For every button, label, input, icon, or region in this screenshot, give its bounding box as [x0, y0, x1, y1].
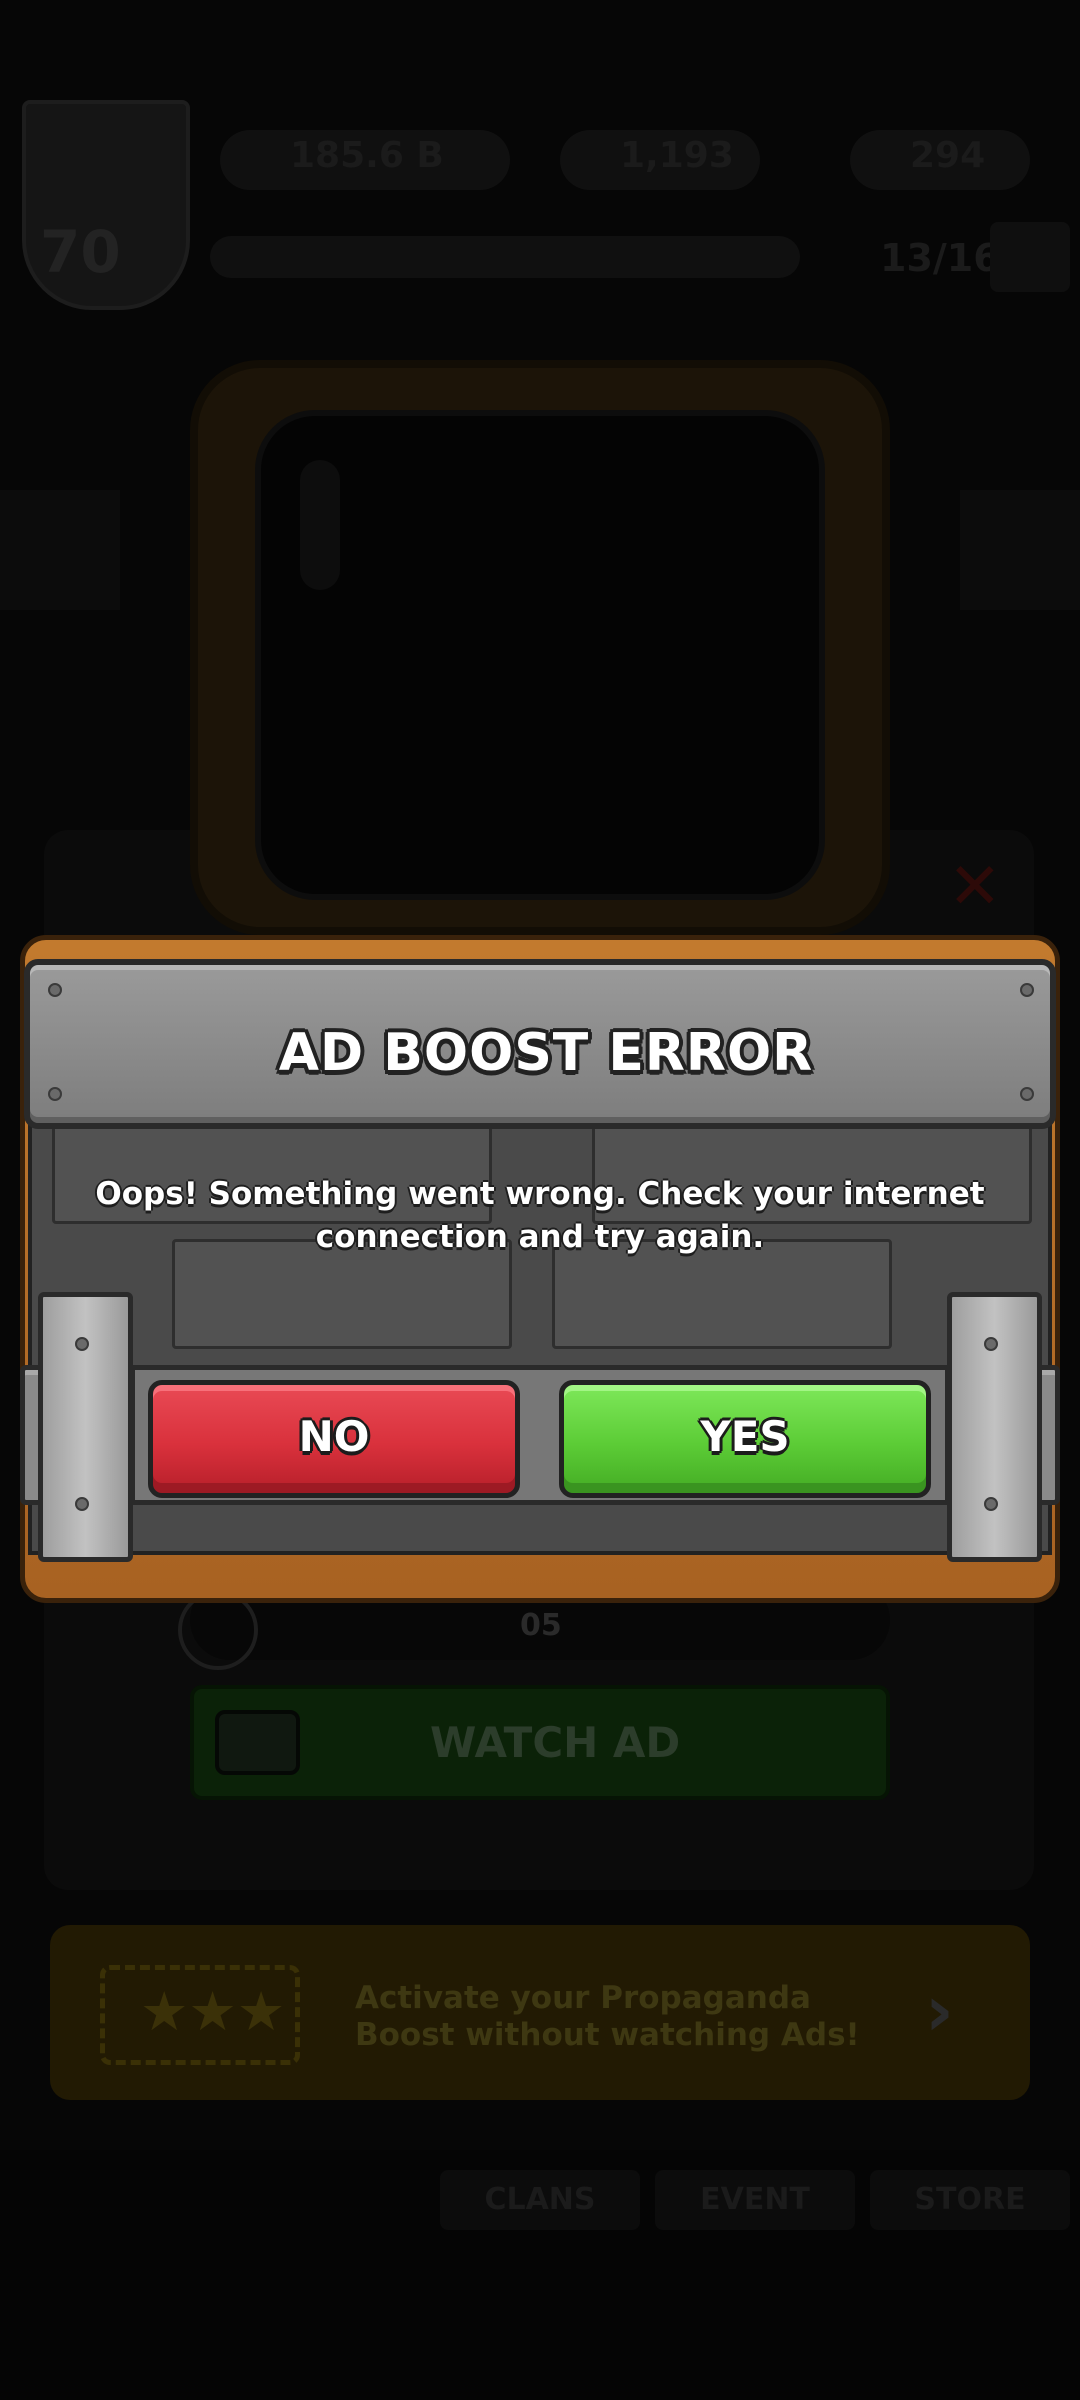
gems-value: 294 [910, 135, 986, 176]
rivet [984, 1497, 998, 1511]
right-side-panel [960, 490, 1080, 610]
metal-bracket-left [38, 1292, 133, 1562]
yes-button[interactable]: YES [559, 1380, 931, 1498]
promo-text: Activate your Propaganda Boost without w… [355, 1980, 860, 2053]
chevron-right-icon: › [925, 1970, 954, 2052]
rivet [1020, 1087, 1034, 1101]
tab-event: EVENT [655, 2170, 855, 2230]
close-icon: ✕ [948, 850, 1002, 924]
dialog-message: Oops! Something went wrong. Check your i… [95, 1176, 985, 1255]
rivet [48, 983, 62, 997]
population-value: 1,193 [620, 135, 734, 176]
tab-store: STORE [870, 2170, 1070, 2230]
ad-boost-error-dialog: AD BOOST ERROR Oops! Something went wron… [20, 935, 1060, 1603]
tv-screen [255, 410, 825, 900]
title-plate: AD BOOST ERROR [24, 959, 1056, 1129]
dialog-title: AD BOOST ERROR [278, 1023, 814, 1083]
rivet [75, 1497, 89, 1511]
metal-bracket-right [947, 1292, 1042, 1562]
tv-icon [215, 1710, 300, 1775]
rivet [984, 1337, 998, 1351]
xp-progress-bar [210, 236, 800, 278]
stars-icon: ★★★ [140, 1980, 286, 2043]
no-button[interactable]: NO [148, 1380, 520, 1498]
menu-button [990, 222, 1070, 292]
tv-glare [300, 460, 340, 590]
money-value: 185.6 B [290, 135, 444, 176]
rivet [48, 1087, 62, 1101]
xp-progress-text: 13/16 [880, 236, 1000, 280]
timer-text: 05 [520, 1608, 562, 1643]
tab-clans: CLANS [440, 2170, 640, 2230]
left-side-panel [0, 490, 120, 610]
rivet [75, 1337, 89, 1351]
rivet [1020, 983, 1034, 997]
level-number: 70 [40, 218, 121, 286]
watch-ad-label: WATCH AD [430, 1718, 681, 1767]
